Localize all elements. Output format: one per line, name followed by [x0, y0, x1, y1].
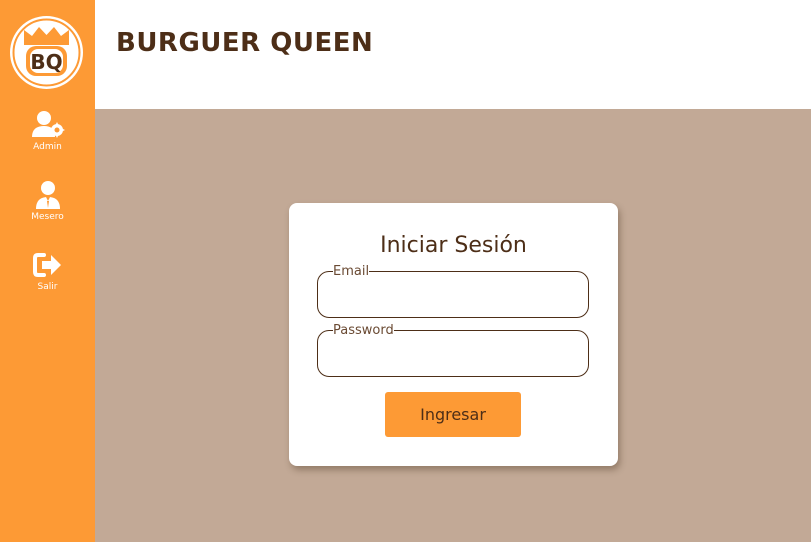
page-title: BURGUER QUEEN	[116, 28, 374, 58]
email-field: Email	[317, 265, 589, 318]
logo-text: BQ	[30, 50, 62, 74]
login-title: Iniciar Sesión	[380, 233, 527, 258]
sidebar-item-label: Salir	[37, 282, 58, 292]
user-cog-icon	[31, 111, 65, 138]
sidebar: BQ Admin Mesero Salir	[0, 0, 95, 542]
sidebar-item-salir[interactable]: Salir	[0, 250, 95, 292]
password-field: Password	[317, 324, 589, 377]
sidebar-item-admin[interactable]: Admin	[0, 110, 95, 152]
sidebar-item-mesero[interactable]: Mesero	[0, 180, 95, 222]
waiter-icon	[35, 181, 60, 209]
logo: BQ	[10, 16, 83, 89]
logo-crown-icon: BQ	[12, 18, 81, 87]
email-input[interactable]	[328, 278, 578, 304]
header: BURGUER QUEEN	[95, 0, 811, 109]
sidebar-item-label: Mesero	[31, 212, 64, 222]
password-input[interactable]	[328, 337, 578, 363]
ingresar-button[interactable]: Ingresar	[385, 392, 521, 437]
email-label: Email	[333, 264, 370, 279]
sidebar-item-label: Admin	[33, 142, 62, 152]
login-card: Iniciar Sesión Email Password Ingresar	[289, 203, 618, 466]
password-label: Password	[333, 323, 394, 338]
sign-out-icon	[32, 253, 61, 277]
